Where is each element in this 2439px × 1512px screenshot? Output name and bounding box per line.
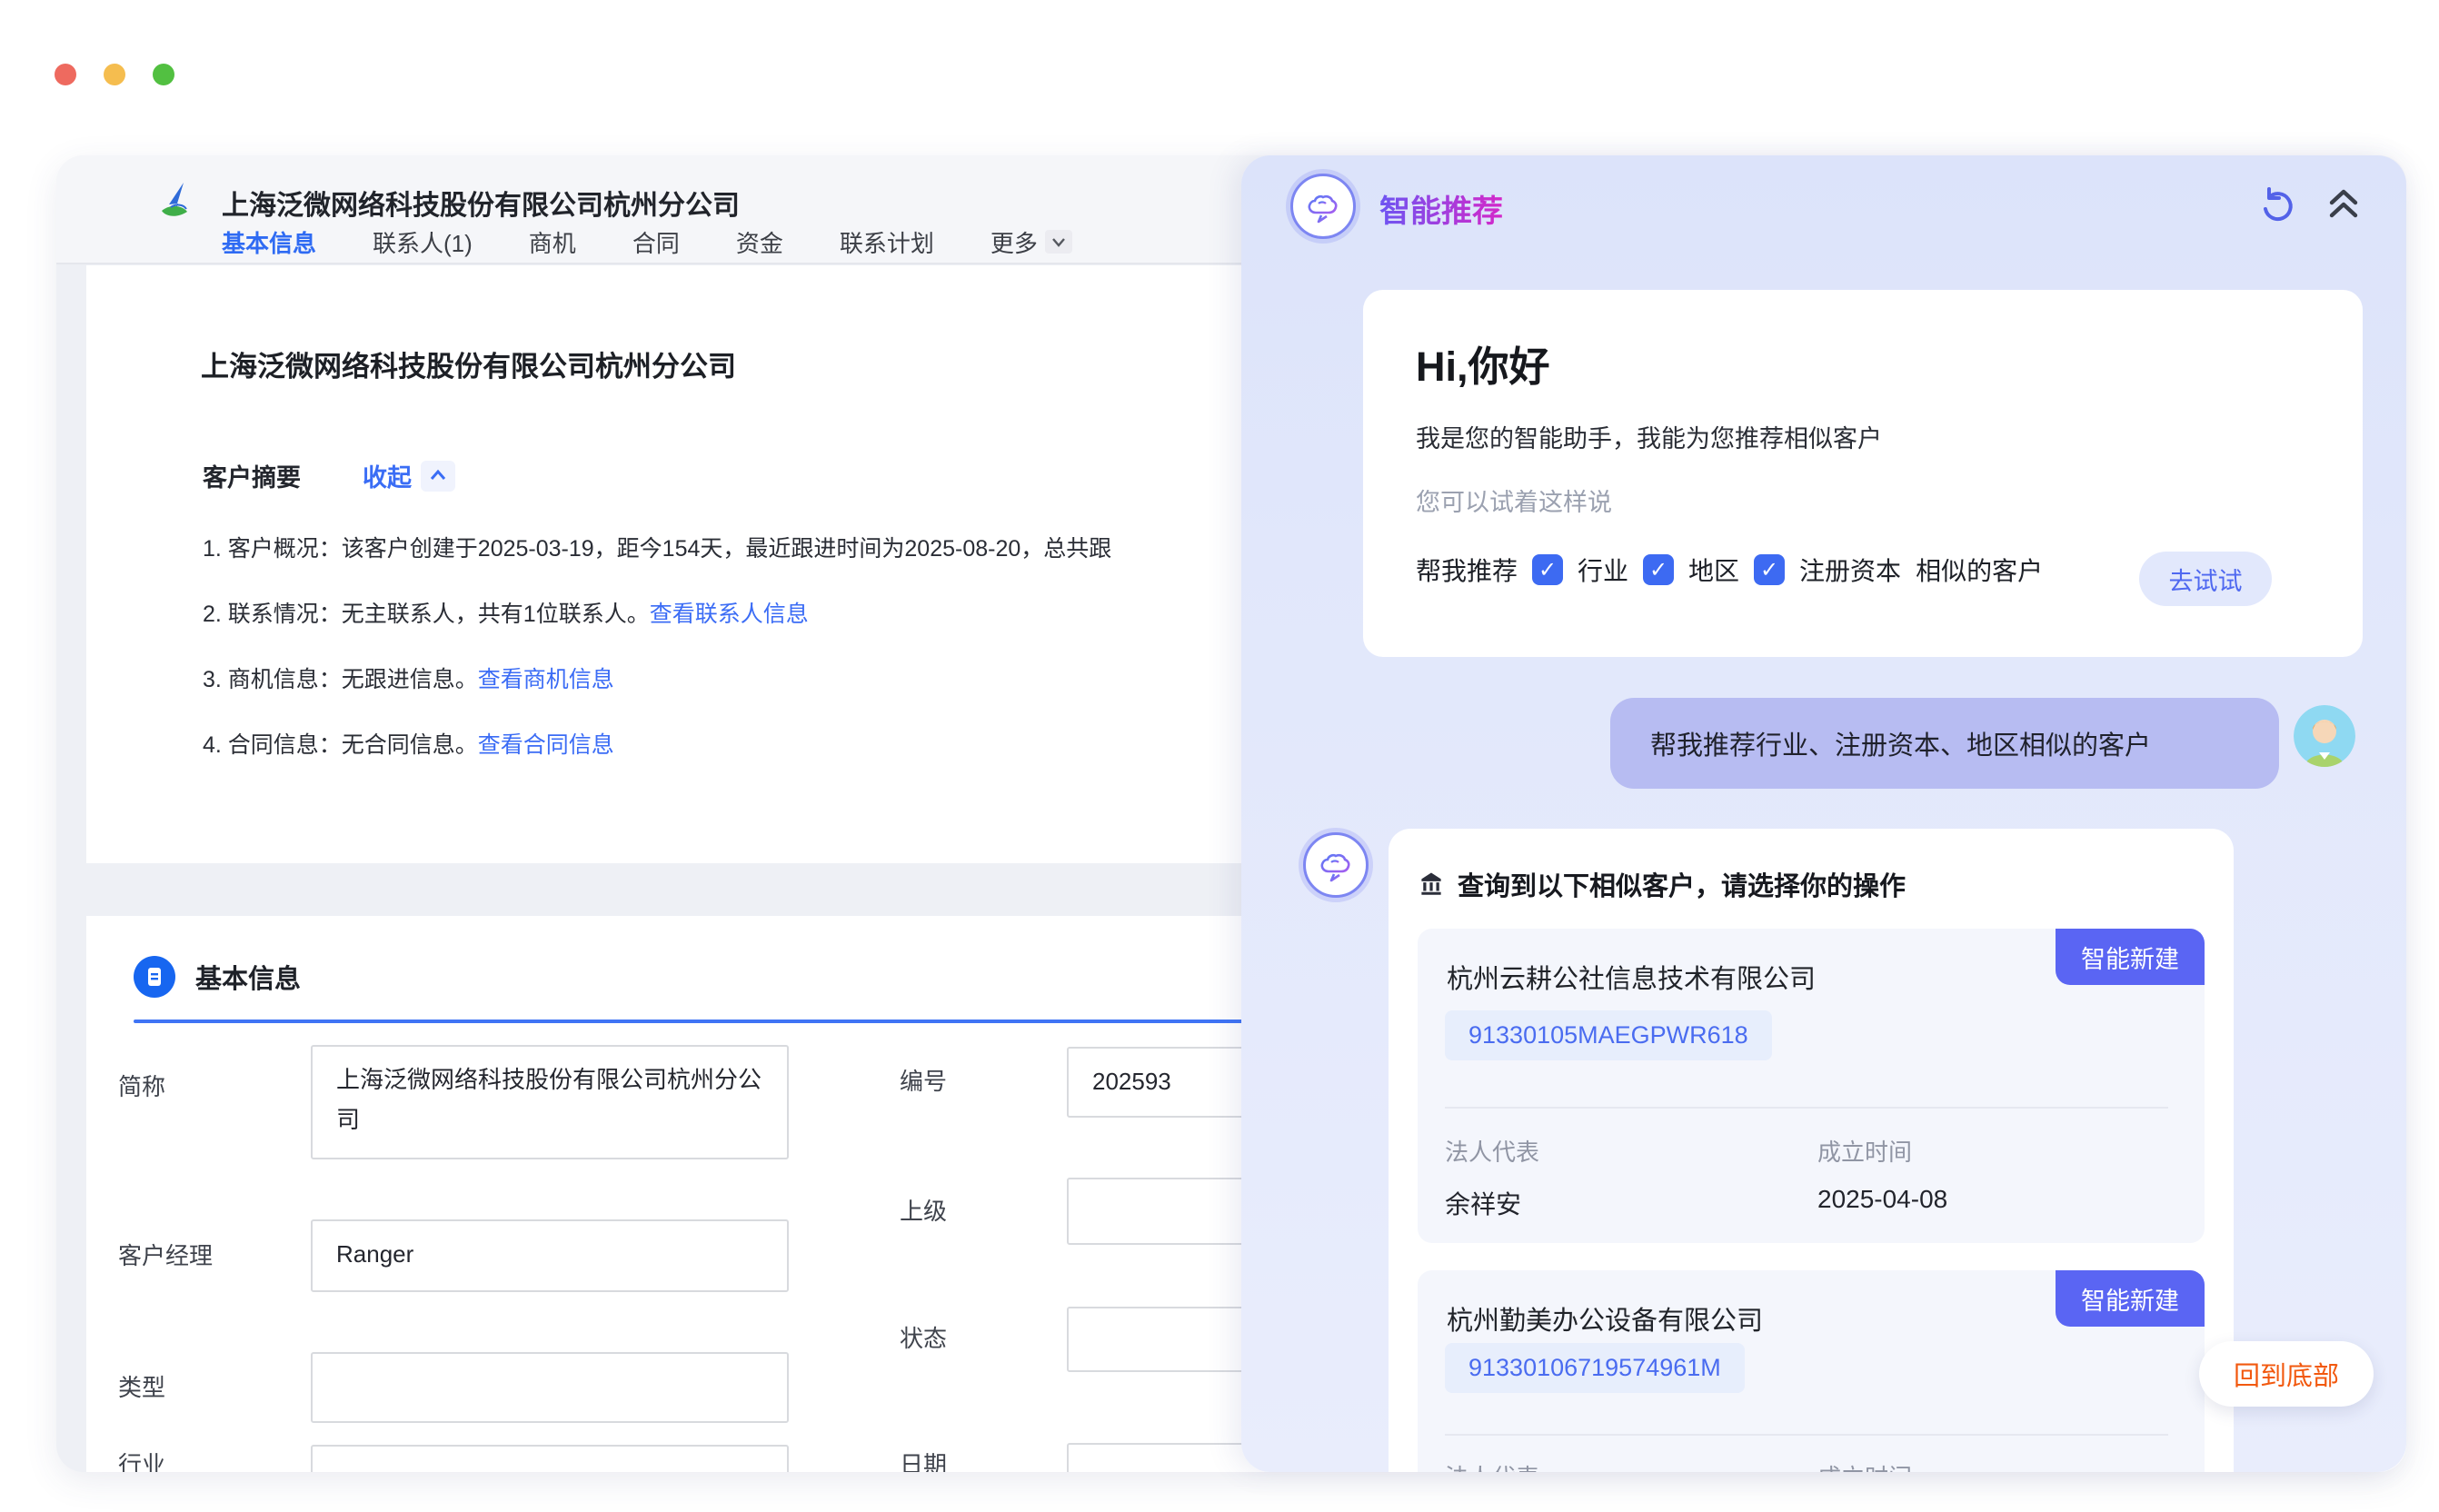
account-manager-input[interactable]: Ranger xyxy=(311,1219,789,1292)
greeting-card: Hi,你好 我是您的智能助手，我能为您推荐相似客户 您可以试着这样说 帮我推荐 … xyxy=(1363,290,2363,657)
collapse-panel-icon[interactable] xyxy=(2323,184,2366,228)
suggestion-suffix: 相似的客户 xyxy=(1916,552,2043,588)
greeting-hint: 您可以试着这样说 xyxy=(1416,482,1612,518)
ai-assistant-panel: 智能推荐 Hi,你好 我是您的智能助手，我能为您推荐相似客户 您可以试着这样说 … xyxy=(1241,155,2406,1472)
smart-create-button[interactable]: 智能新建 xyxy=(2056,929,2205,985)
suggestion-option-capital: 注册资本 xyxy=(1799,552,1901,588)
greeting-subtitle: 我是您的智能助手，我能为您推荐相似客户 xyxy=(1416,419,1882,454)
tab-contracts[interactable]: 合同 xyxy=(632,225,680,264)
field-label-account-manager: 客户经理 xyxy=(118,1239,213,1272)
chevron-up-icon xyxy=(421,461,455,492)
field-label-parent: 上级 xyxy=(900,1195,947,1228)
card-divider xyxy=(1445,1107,2168,1109)
field-label-short-name: 简称 xyxy=(118,1070,165,1103)
document-icon xyxy=(134,956,175,998)
try-it-button[interactable]: 去试试 xyxy=(2139,552,2272,606)
established-value: 2025-04-08 xyxy=(1817,1185,1947,1214)
window-controls xyxy=(55,64,174,85)
ai-result-bubble: 查询到以下相似客户，请选择你的操作 杭州云耕公社信息技术有限公司 智能新建 91… xyxy=(1389,829,2234,1472)
view-contacts-link[interactable]: 查看联系人信息 xyxy=(650,602,809,627)
similar-customer-card: 杭州云耕公社信息技术有限公司 智能新建 91330105MAEGPWR618 法… xyxy=(1418,929,2205,1243)
section-title: 基本信息 xyxy=(195,958,301,996)
section-divider xyxy=(134,1020,1301,1023)
field-label-type: 类型 xyxy=(118,1371,165,1404)
close-window-button[interactable] xyxy=(55,64,76,85)
customer-name: 杭州云耕公社信息技术有限公司 xyxy=(1447,958,1816,996)
suggestion-prefix: 帮我推荐 xyxy=(1416,552,1518,588)
user-message-bubble: 帮我推荐行业、注册资本、地区相似的客户 xyxy=(1610,698,2279,789)
checkbox-checked-icon[interactable]: ✓ xyxy=(1532,554,1563,585)
company-logo-icon xyxy=(153,177,200,224)
view-contract-link[interactable]: 查看合同信息 xyxy=(478,732,614,758)
card-divider xyxy=(1445,1434,2168,1436)
checkbox-checked-icon[interactable]: ✓ xyxy=(1754,554,1785,585)
established-label: 成立时间 xyxy=(1817,1134,1912,1168)
tab-funds[interactable]: 资金 xyxy=(736,225,783,264)
suggestion-row: 帮我推荐 ✓ 行业 ✓ 地区 ✓ 注册资本 相似的客户 xyxy=(1416,552,2043,588)
credit-code-badge: 91330106719574961M xyxy=(1445,1343,1745,1393)
view-opportunity-link[interactable]: 查看商机信息 xyxy=(478,667,614,692)
panel-title: 智能推荐 xyxy=(1379,186,1503,231)
ai-assistant-icon xyxy=(1290,174,1356,239)
greeting-title: Hi,你好 xyxy=(1416,333,2310,393)
established-label: 成立时间 xyxy=(1817,1459,1912,1472)
minimize-window-button[interactable] xyxy=(104,64,125,85)
field-label-number: 编号 xyxy=(900,1065,947,1098)
suggestion-option-region: 地区 xyxy=(1688,552,1739,588)
summary-section-label: 客户摘要 xyxy=(203,458,301,493)
credit-code-badge: 91330105MAEGPWR618 xyxy=(1445,1010,1772,1060)
tab-opportunities[interactable]: 商机 xyxy=(529,225,576,264)
checkbox-checked-icon[interactable]: ✓ xyxy=(1643,554,1674,585)
ai-assistant-icon xyxy=(1303,832,1369,898)
result-title: 查询到以下相似客户，请选择你的操作 xyxy=(1458,865,1906,903)
field-label-date: 日期 xyxy=(900,1448,947,1472)
legal-rep-value: 余祥安 xyxy=(1445,1185,1521,1221)
legal-rep-label: 法人代表 xyxy=(1445,1459,1539,1472)
suggestion-option-industry: 行业 xyxy=(1578,552,1628,588)
chevron-down-icon xyxy=(1045,230,1072,254)
refresh-icon[interactable] xyxy=(2255,183,2299,226)
type-input[interactable] xyxy=(311,1352,789,1423)
window-title: 上海泛微网络科技股份有限公司杭州分公司 xyxy=(222,183,740,223)
user-avatar xyxy=(2294,705,2355,767)
short-name-input[interactable]: 上海泛微网络科技股份有限公司杭州分公司 xyxy=(311,1045,789,1159)
tab-more[interactable]: 更多 xyxy=(991,225,1072,264)
tab-contacts[interactable]: 联系人(1) xyxy=(373,225,473,264)
field-label-status: 状态 xyxy=(900,1322,947,1355)
field-label-industry: 行业 xyxy=(118,1448,165,1472)
bank-icon xyxy=(1418,870,1445,898)
back-to-bottom-button[interactable]: 回到底部 xyxy=(2199,1341,2374,1407)
similar-customer-card: 杭州勤美办公设备有限公司 智能新建 91330106719574961M 法人代… xyxy=(1418,1270,2205,1472)
tab-contact-plan[interactable]: 联系计划 xyxy=(840,225,934,264)
smart-create-button[interactable]: 智能新建 xyxy=(2056,1270,2205,1327)
result-title-row: 查询到以下相似客户，请选择你的操作 xyxy=(1418,865,2205,903)
collapse-summary-button[interactable]: 收起 xyxy=(363,458,455,493)
customer-name-heading: 上海泛微网络科技股份有限公司杭州分公司 xyxy=(201,343,736,384)
legal-rep-label: 法人代表 xyxy=(1445,1134,1539,1168)
customer-name: 杭州勤美办公设备有限公司 xyxy=(1447,1299,1763,1338)
maximize-window-button[interactable] xyxy=(153,64,174,85)
tab-bar: 基本信息 联系人(1) 商机 合同 资金 联系计划 更多 xyxy=(222,224,1072,264)
tab-basic-info[interactable]: 基本信息 xyxy=(222,225,316,264)
industry-input[interactable] xyxy=(311,1445,789,1472)
